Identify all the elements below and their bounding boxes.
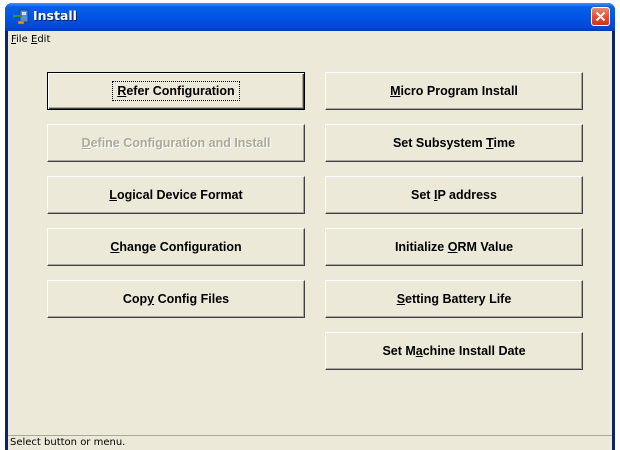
install-app-icon xyxy=(13,9,29,25)
menu-edit-label: dit xyxy=(37,34,51,45)
button-label-prefix: Initialize xyxy=(394,240,448,254)
menu-bar: File Edit xyxy=(8,31,612,49)
menu-file[interactable]: File xyxy=(11,34,28,45)
button-label: Setting Battery Life xyxy=(397,292,512,306)
button-label: Set Subsystem Time xyxy=(393,136,515,150)
button-label-suffix: etting Battery Life xyxy=(405,292,512,306)
button-label-prefix: Set Subsystem xyxy=(392,136,487,150)
button-label-suffix: chine Install Date xyxy=(422,344,526,358)
button-label-mnemonic: a xyxy=(415,344,423,358)
button-label-mnemonic: S xyxy=(396,292,406,306)
close-button[interactable] xyxy=(591,7,610,26)
set-subsystem-time-button[interactable]: Set Subsystem Time xyxy=(325,124,583,162)
define-configuration-and-install-button[interactable]: Define Configuration and Install xyxy=(47,124,305,162)
close-icon xyxy=(595,11,606,22)
menu-edit[interactable]: Edit xyxy=(31,34,50,45)
button-label: Copy Config Files xyxy=(123,292,229,306)
button-label-suffix: Config Files xyxy=(154,292,230,306)
button-label-mnemonic: D xyxy=(81,136,91,150)
menu-file-label: ile xyxy=(16,34,28,45)
button-label-suffix: ogical Device Format xyxy=(116,188,243,202)
logical-device-format-button[interactable]: Logical Device Format xyxy=(47,176,305,214)
window-title: Install xyxy=(33,8,77,23)
button-label: Set Machine Install Date xyxy=(382,344,525,358)
button-label: Define Configuration and Install xyxy=(82,136,271,150)
copy-config-files-button[interactable]: Copy Config Files xyxy=(47,280,305,318)
button-label: Change Configuration xyxy=(110,240,241,254)
button-label-mnemonic: O xyxy=(447,240,458,254)
button-label-mnemonic: M xyxy=(390,84,401,98)
button-label: Refer Configuration xyxy=(112,81,240,101)
button-label: Initialize ORM Value xyxy=(395,240,513,254)
change-configuration-button[interactable]: Change Configuration xyxy=(47,228,305,266)
button-label-mnemonic: R xyxy=(117,84,127,98)
initialize-orm-value-button[interactable]: Initialize ORM Value xyxy=(325,228,583,266)
status-text: Select button or menu. xyxy=(10,437,126,448)
button-label: Set IP address xyxy=(411,188,497,202)
button-label: Micro Program Install xyxy=(390,84,518,98)
button-label-suffix: icro Program Install xyxy=(400,84,518,98)
button-label-mnemonic: L xyxy=(109,188,117,202)
install-window: Install File Edit Refer Configuration Def… xyxy=(5,3,615,450)
button-label-suffix: efer Configuration xyxy=(126,84,235,98)
button-label-suffix: efine Configuration and Install xyxy=(90,136,271,150)
set-machine-install-date-button[interactable]: Set Machine Install Date xyxy=(325,332,583,370)
button-label: Logical Device Format xyxy=(109,188,242,202)
title-bar[interactable]: Install xyxy=(5,3,615,31)
button-label-prefix: Set M xyxy=(382,344,416,358)
refer-configuration-button[interactable]: Refer Configuration xyxy=(47,72,305,110)
set-ip-address-button[interactable]: Set IP address xyxy=(325,176,583,214)
button-label-prefix: Cop xyxy=(122,292,148,306)
client-area: File Edit Refer Configuration Define Conf… xyxy=(8,31,612,450)
button-label-suffix: ime xyxy=(493,136,516,150)
micro-program-install-button[interactable]: Micro Program Install xyxy=(325,72,583,110)
button-label-suffix: P address xyxy=(437,188,497,202)
button-label-prefix: Set xyxy=(411,188,434,202)
button-label-suffix: hange Configuration xyxy=(119,240,242,254)
status-bar: Select button or menu. xyxy=(8,435,612,450)
button-label-suffix: RM Value xyxy=(457,240,514,254)
setting-battery-life-button[interactable]: Setting Battery Life xyxy=(325,280,583,318)
